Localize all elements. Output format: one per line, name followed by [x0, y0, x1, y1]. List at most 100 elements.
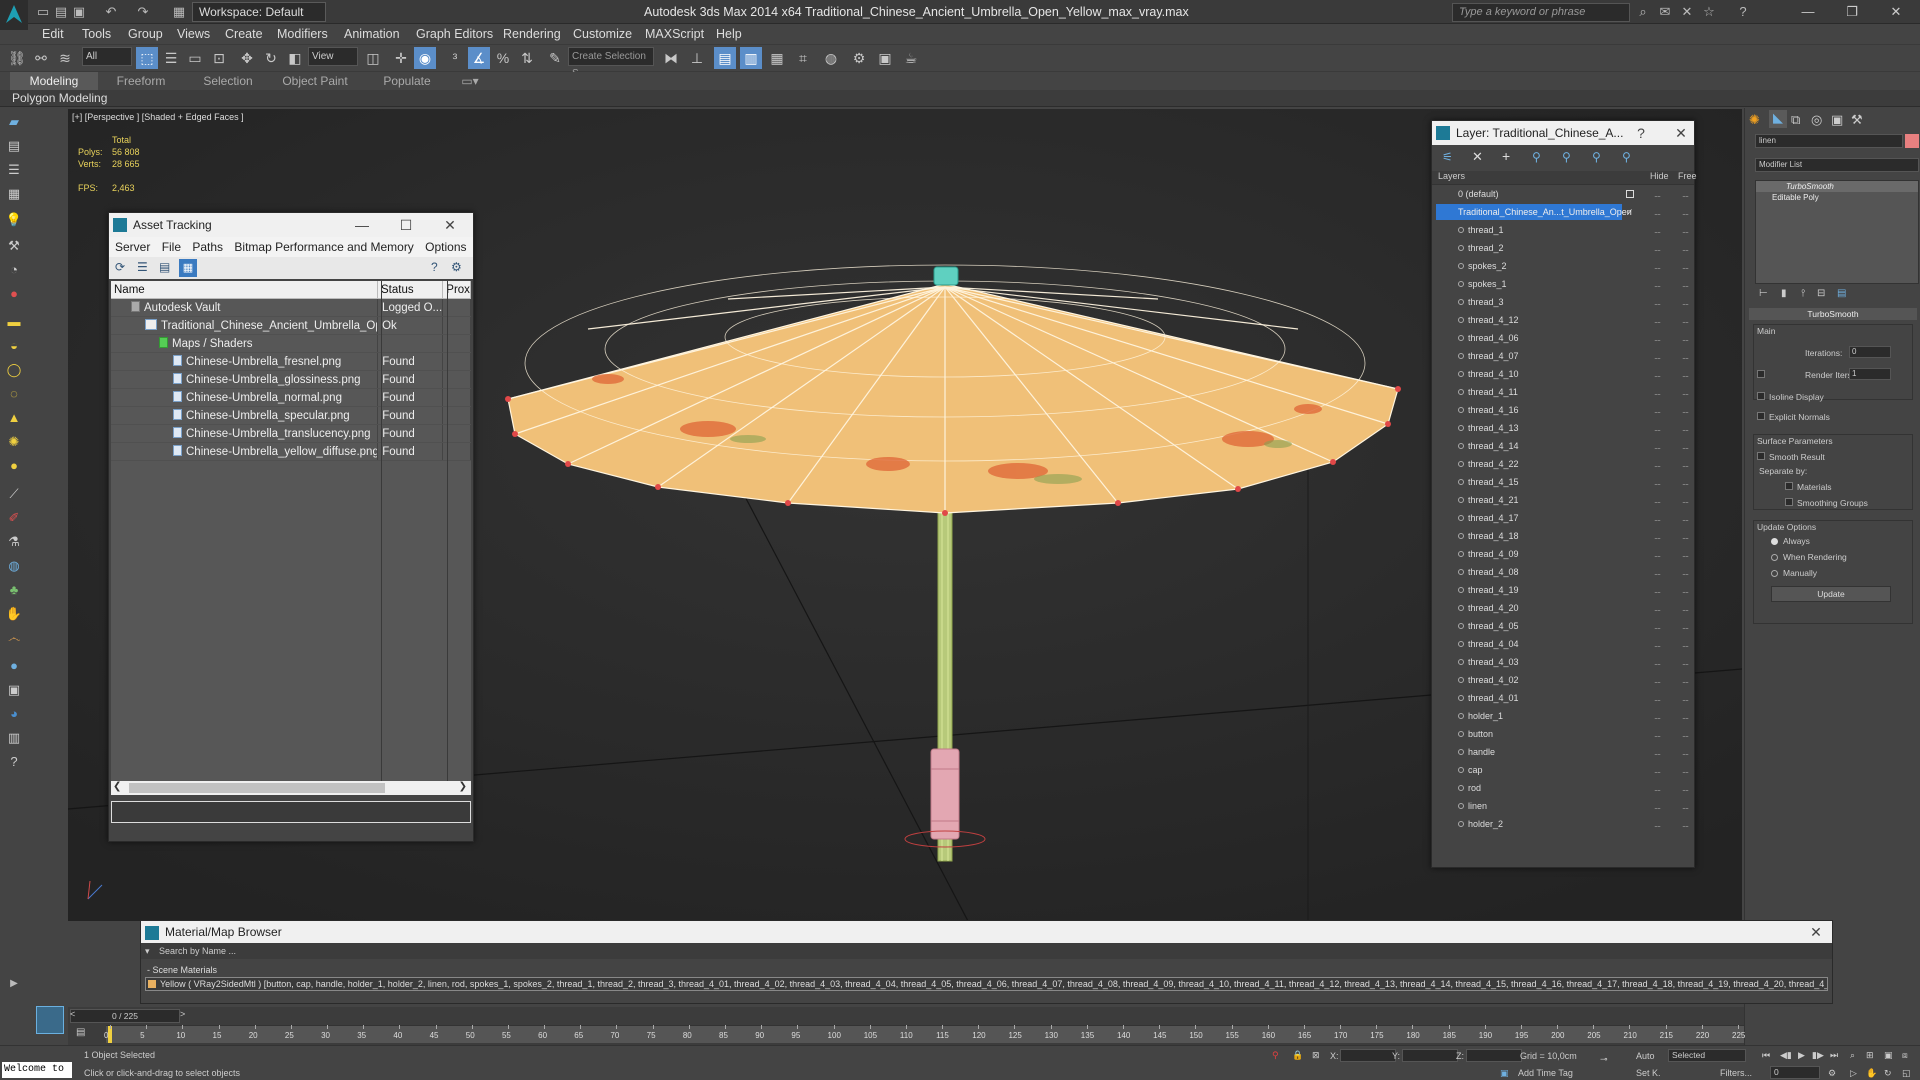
bind-space-warp-icon[interactable]: ≋: [54, 47, 76, 69]
at-menu-file[interactable]: File: [162, 240, 181, 254]
go-to-end-icon[interactable]: ⏭: [1830, 1050, 1838, 1061]
field-of-view-icon[interactable]: ▷: [1850, 1068, 1857, 1079]
menu-group[interactable]: Group: [128, 24, 163, 44]
sphere-blue-icon[interactable]: ●: [3, 656, 25, 676]
list-item[interactable]: thread_4_16........: [1432, 401, 1694, 419]
key-filter-dropdown[interactable]: Selected: [1668, 1049, 1746, 1062]
time-tag-icon[interactable]: ▣: [1500, 1068, 1509, 1079]
stack-item-editable-poly[interactable]: Editable Poly: [1756, 192, 1918, 203]
list-item[interactable]: holder_2........: [1432, 815, 1694, 833]
menu-tools[interactable]: Tools: [82, 24, 111, 44]
brush-icon[interactable]: ✐: [3, 508, 25, 528]
play-icon[interactable]: ▶: [1798, 1050, 1805, 1061]
mirror-icon[interactable]: ⧓: [660, 47, 682, 69]
open-file-icon[interactable]: ▤: [52, 3, 70, 21]
zoom-extents-icon[interactable]: ▣: [1884, 1050, 1893, 1061]
list-item[interactable]: thread_4_12........: [1432, 311, 1694, 329]
list-item[interactable]: thread_4_04........: [1432, 635, 1694, 653]
layer-help-button[interactable]: ?: [1628, 121, 1654, 145]
x-coord-field[interactable]: [1340, 1049, 1396, 1062]
select-layer-objects-icon[interactable]: ⚲: [1562, 150, 1571, 164]
menu-views[interactable]: Views: [177, 24, 210, 44]
table-row[interactable]: Chinese-Umbrella_glossiness.png Found: [111, 371, 471, 389]
hair-icon[interactable]: ෴: [3, 628, 25, 648]
table-row[interactable]: Traditional_Chinese_Ancient_Umbrella_Op.…: [111, 317, 472, 335]
tree-icon[interactable]: ♣: [3, 580, 25, 600]
table-row[interactable]: Chinese-Umbrella_fresnel.png Found: [111, 353, 471, 371]
pie-icon[interactable]: ◕: [3, 704, 25, 724]
layer-row-default[interactable]: 0 (default)........: [1432, 185, 1694, 203]
at-menu-options[interactable]: Options: [425, 240, 466, 254]
selection-filter-dropdown[interactable]: All: [82, 47, 132, 66]
render-iters-checkbox[interactable]: [1757, 370, 1765, 378]
pin-stack-icon[interactable]: ⊢: [1759, 288, 1768, 299]
zoom-all-icon[interactable]: ⊞: [1866, 1050, 1874, 1061]
display-tab-icon[interactable]: ▣: [1831, 112, 1843, 128]
next-frame-icon[interactable]: ▮▶: [1812, 1050, 1824, 1061]
time-slider-prev-icon[interactable]: <: [70, 1009, 75, 1019]
cone-icon[interactable]: ▲: [3, 408, 25, 428]
help-circle-icon[interactable]: ?: [3, 752, 25, 772]
table-row[interactable]: Maps / Shaders: [111, 335, 471, 353]
list-item[interactable]: thread_4_17........: [1432, 509, 1694, 527]
camera-icon[interactable]: ●: [3, 284, 25, 304]
list-item[interactable]: thread_1........: [1432, 221, 1694, 239]
render-production-icon[interactable]: ☕: [900, 47, 922, 69]
pivot-center-icon[interactable]: ◫: [362, 47, 384, 69]
iterations-spinner[interactable]: 0: [1849, 346, 1891, 358]
edit-named-selection-icon[interactable]: ✎: [544, 47, 566, 69]
previous-frame-icon[interactable]: ◀▮: [1780, 1050, 1792, 1061]
update-button[interactable]: Update: [1771, 586, 1891, 602]
orbit-icon[interactable]: ↻: [1884, 1068, 1892, 1079]
binoculars-icon[interactable]: ⌕: [1634, 3, 1652, 21]
table-row[interactable]: Autodesk Vault Logged O...: [111, 299, 471, 317]
rotate-icon[interactable]: ↻: [260, 47, 282, 69]
list-item[interactable]: thread_4_03........: [1432, 653, 1694, 671]
scene-states-icon[interactable]: ▣: [3, 680, 25, 700]
modifier-list-dropdown[interactable]: Modifier List: [1755, 158, 1919, 172]
list-icon[interactable]: ☰: [3, 160, 25, 180]
angle-snap-icon[interactable]: ∡: [468, 47, 490, 69]
asset-path-field[interactable]: [111, 801, 471, 823]
box-primitive-icon[interactable]: ▬: [3, 312, 25, 332]
maxscript-listener-field[interactable]: Welcome to: [2, 1062, 72, 1078]
motion-tab-icon[interactable]: ◎: [1811, 112, 1822, 128]
table-row[interactable]: Chinese-Umbrella_normal.png Found: [111, 389, 471, 407]
minimize-window-button[interactable]: —: [1786, 0, 1830, 24]
material-browser-titlebar[interactable]: Material/Map Browser ✕: [141, 921, 1832, 943]
window-crossing-icon[interactable]: ⊡: [208, 47, 230, 69]
sphere-icon[interactable]: ◯: [3, 360, 25, 380]
light-bulb-icon[interactable]: 💡: [3, 210, 25, 230]
time-config-icon[interactable]: ⚙: [1828, 1068, 1836, 1079]
list-item[interactable]: thread_4_13........: [1432, 419, 1694, 437]
menu-create[interactable]: Create: [225, 24, 263, 44]
percent-snap-icon[interactable]: %: [492, 47, 514, 69]
help-icon[interactable]: ?: [1734, 3, 1752, 21]
spinner-snap-icon[interactable]: ⇅: [516, 47, 538, 69]
ruler-icon[interactable]: ⟋: [3, 484, 25, 504]
material-editor-icon[interactable]: ◍: [820, 47, 842, 69]
list-item[interactable]: linen........: [1432, 797, 1694, 815]
redo-icon[interactable]: ↷: [134, 3, 152, 21]
utilities-tab-icon[interactable]: ⚒: [1851, 112, 1863, 128]
at-maximize-button[interactable]: ☐: [393, 213, 419, 237]
set-key-button[interactable]: Set K.: [1636, 1068, 1661, 1078]
at-close-button[interactable]: ✕: [437, 213, 463, 237]
when-rendering-radio[interactable]: [1771, 554, 1778, 561]
keyboard-shortcut-override-icon[interactable]: ◉: [414, 47, 436, 69]
align-icon[interactable]: ⊥: [686, 47, 708, 69]
col-hide[interactable]: Hide: [1650, 171, 1669, 181]
at-settings-icon[interactable]: ⚙: [451, 260, 462, 274]
show-end-result-icon[interactable]: ▮: [1781, 288, 1787, 299]
favorites-icon[interactable]: ☆: [1700, 3, 1718, 21]
list-item[interactable]: thread_3........: [1432, 293, 1694, 311]
list-item[interactable]: thread_4_10........: [1432, 365, 1694, 383]
zoom-extents-all-icon[interactable]: ⧈: [1902, 1050, 1908, 1061]
table-view-icon[interactable]: ▦: [179, 259, 197, 277]
list-view-icon[interactable]: ☰: [137, 260, 148, 274]
list-item[interactable]: button........: [1432, 725, 1694, 743]
refresh-icon[interactable]: ⟳: [115, 260, 125, 274]
explicit-normals-checkbox[interactable]: [1757, 412, 1765, 420]
isolate-selection-icon[interactable]: ⚲: [1272, 1050, 1279, 1061]
object-name-field[interactable]: linen: [1755, 134, 1903, 148]
